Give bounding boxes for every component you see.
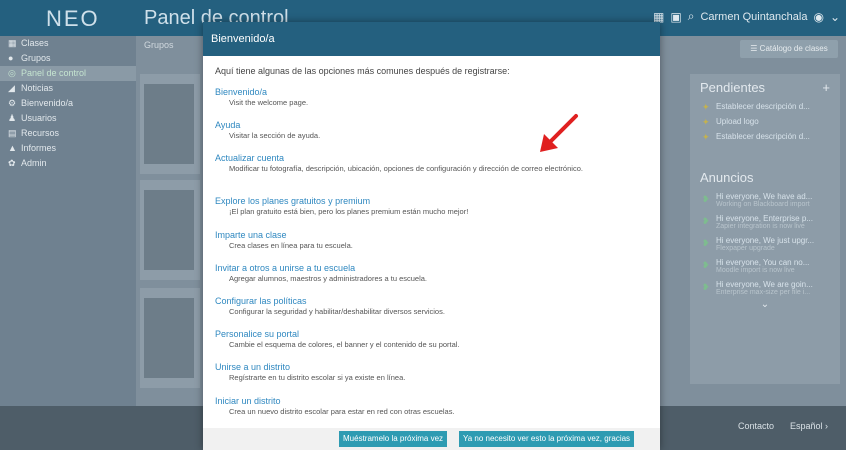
option-ayuda: Ayuda Visitar la sección de ayuda. — [215, 119, 660, 152]
app-logo[interactable]: NEO — [46, 6, 100, 32]
remind-next-time-button[interactable]: Muéstramelo la próxima vez — [339, 431, 448, 447]
pin-icon: ✦ — [702, 132, 710, 142]
groups-icon: ● — [8, 53, 14, 63]
option-link[interactable]: Ayuda — [215, 119, 660, 131]
pending-item[interactable]: ✦ Establecer descripción d... — [690, 129, 840, 144]
option-planes: Explore los planes gratuitos y premium ¡… — [215, 195, 660, 228]
announcement-item[interactable]: ❥ Hi everyone, Enterprise p... Zapier inte… — [690, 211, 840, 233]
class-card[interactable] — [140, 180, 200, 280]
class-thumbnail — [144, 190, 194, 270]
option-description: Configurar la seguridad y habilitar/desh… — [229, 306, 445, 316]
option-description: Visit the welcome page. — [229, 98, 309, 107]
pending-item[interactable]: ✦ Establecer descripción d... — [690, 99, 840, 114]
sidebar-item-clases[interactable]: ▦ Clases — [0, 36, 136, 51]
option-link[interactable]: Iniciar un distrito — [215, 395, 660, 407]
option-description: Cambie el esquema de colores, el banner … — [229, 340, 460, 350]
option-link[interactable]: Explore los planes gratuitos y premium — [215, 195, 660, 207]
class-thumbnail — [144, 84, 194, 164]
catalog-button[interactable]: ☰ Catálogo de clases — [740, 40, 838, 58]
option-invitar: Invitar a otros a unirse a tu escuela Ag… — [215, 262, 660, 295]
welcome-modal: Bienvenido/a Aquí tiene algunas de las o… — [203, 22, 660, 450]
announcement-item[interactable]: ❥ Hi everyone, We are goin... Enterprise m… — [690, 277, 840, 299]
option-unirse-distrito: Unirse a un distrito Regístrarte en tu d… — [215, 361, 660, 394]
annotation-arrow-icon — [540, 114, 578, 152]
megaphone-icon: ❥ — [702, 260, 710, 270]
pending-title: Pendientes + — [700, 80, 830, 95]
option-link[interactable]: Bienvenido/a — [215, 86, 660, 98]
news-icon: ◢ — [8, 83, 15, 93]
pin-icon: ✦ — [702, 117, 710, 127]
option-description: Modificar tu fotografía, descripción, ub… — [229, 164, 583, 174]
option-actualizar-cuenta: Actualizar cuenta Modificar tu fotografí… — [215, 152, 660, 195]
option-iniciar-distrito: Iniciar un distrito Crea un nuevo distri… — [215, 395, 660, 428]
megaphone-icon: ❥ — [702, 216, 710, 226]
welcome-icon: ⚙ — [8, 98, 17, 108]
megaphone-icon: ❥ — [702, 282, 710, 292]
option-bienvenido: Bienvenido/a Visit the welcome page. — [215, 86, 660, 119]
announcement-item[interactable]: ❥ Hi everyone, We have ad... Working on Bl… — [690, 189, 840, 211]
sidebar-item-panel-de-control[interactable]: ◎ Panel de control — [0, 66, 136, 81]
sidebar-item-noticias[interactable]: ◢ Noticias — [0, 81, 136, 96]
option-description: Regístrarte en tu distrito escolar si ya… — [229, 373, 406, 383]
option-link[interactable]: Unirse a un distrito — [215, 361, 660, 373]
option-link[interactable]: Actualizar cuenta — [215, 152, 660, 164]
modal-intro-text: Aquí tiene algunas de las opciones más c… — [215, 66, 510, 76]
option-imparte-clase: Imparte una clase Crea clases en línea p… — [215, 229, 660, 262]
chevron-down-icon[interactable]: ⌄ — [830, 10, 840, 24]
footer-contact-link[interactable]: Contacto — [738, 421, 774, 431]
megaphone-icon: ❥ — [702, 194, 710, 204]
option-description: Agregar alumnos, maestros y administrado… — [229, 273, 428, 283]
modal-footer: Muéstramelo la próxima vez Ya no necesit… — [203, 428, 660, 450]
chevron-down-icon[interactable]: ⌄ — [690, 299, 840, 310]
grid-icon: ▦ — [8, 38, 17, 48]
option-description: Crea clases en línea para tu escuela. — [229, 240, 353, 250]
dismiss-forever-button[interactable]: Ya no necesito ver esto la próxima vez, … — [459, 431, 635, 447]
resources-icon: ▤ — [8, 128, 17, 138]
reports-icon: ▲ — [8, 143, 17, 153]
class-card[interactable] — [140, 74, 200, 174]
modal-title: Bienvenido/a — [203, 22, 660, 56]
option-personalice: Personalice su portal Cambie el esquema … — [215, 328, 660, 361]
announcements-title: Anuncios — [700, 170, 754, 185]
sidebar-item-informes[interactable]: ▲ Informes — [0, 141, 136, 156]
option-link[interactable]: Imparte una clase — [215, 229, 660, 241]
option-link[interactable]: Invitar a otros a unirse a tu escuela — [215, 262, 660, 274]
sidebar-item-recursos[interactable]: ▤ Recursos — [0, 126, 136, 141]
pin-icon: ✦ — [702, 102, 710, 112]
add-icon[interactable]: + — [822, 80, 830, 95]
user-icon: ♟ — [8, 113, 17, 123]
sidebar-item-bienvenido[interactable]: ⚙ Bienvenido/a — [0, 96, 136, 111]
pending-item[interactable]: ✦ Upload logo — [690, 114, 840, 129]
breadcrumb[interactable]: Grupos — [144, 40, 174, 50]
announcement-item[interactable]: ❥ Hi everyone, We just upgr... Flexpaper u… — [690, 233, 840, 255]
dashboard-icon: ◎ — [8, 68, 16, 78]
class-thumbnail — [144, 298, 194, 378]
sidebar-item-grupos[interactable]: ● Grupos — [0, 51, 136, 66]
option-politicas: Configurar las políticas Configurar la s… — [215, 295, 660, 328]
option-description: Visitar la sección de ayuda. — [229, 131, 321, 141]
admin-icon: ✿ — [8, 158, 16, 168]
pending-panel: Pendientes + ✦ Establecer descripción d...… — [690, 74, 840, 164]
sidebar-item-usuarios[interactable]: ♟ Usuarios — [0, 111, 136, 126]
sidebar: ▦ Clases ● Grupos ◎ Panel de control ◢ Notic… — [0, 36, 136, 406]
option-description: ¡El plan gratuito está bien, pero los pl… — [229, 207, 469, 217]
class-card[interactable] — [140, 288, 200, 388]
calendar-icon[interactable]: ▣ — [670, 10, 681, 24]
announcements-panel: Anuncios ❥ Hi everyone, We have ad... Work… — [690, 164, 840, 384]
option-link[interactable]: Personalice su portal — [215, 328, 660, 340]
option-link[interactable]: Configurar las políticas — [215, 295, 660, 307]
megaphone-icon: ❥ — [702, 238, 710, 248]
option-description: Crea un nuevo distrito escolar para esta… — [229, 406, 455, 416]
footer-language-link[interactable]: Español › — [790, 421, 828, 431]
topbar-user-area: ▦ ▣ ⌕ Carmen Quintanchala ◉ ⌄ — [653, 9, 840, 24]
user-name[interactable]: Carmen Quintanchala — [700, 11, 807, 23]
announcement-item[interactable]: ❥ Hi everyone, You can no... Moodle import… — [690, 255, 840, 277]
avatar[interactable]: ◉ — [813, 10, 823, 24]
sidebar-item-admin[interactable]: ✿ Admin — [0, 156, 136, 171]
search-icon[interactable]: ⌕ — [688, 9, 695, 24]
